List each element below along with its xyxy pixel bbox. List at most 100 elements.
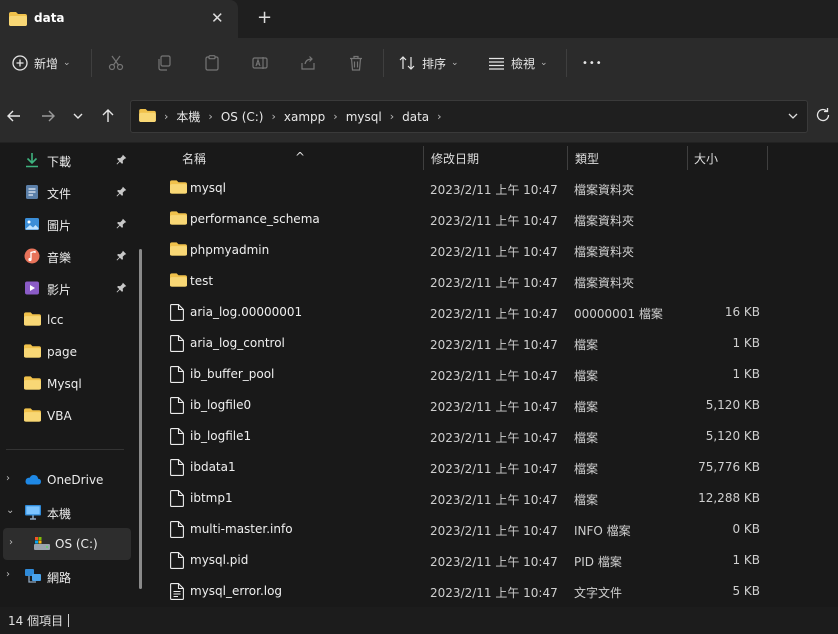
file-type: 檔案 [574, 431, 599, 445]
new-label: 新增 [34, 56, 59, 71]
chevron-right-icon[interactable]: › [6, 569, 10, 580]
tab-data[interactable]: data ✕ [0, 0, 238, 38]
file-row[interactable]: ib_logfile0 2023/2/11 上午 10:47 檔案 5,120 KB [150, 390, 838, 421]
file-icon [170, 459, 184, 479]
download-icon [24, 152, 40, 171]
sidebar-item-mysql[interactable]: Mysql [0, 368, 140, 400]
pin-icon[interactable] [116, 154, 127, 168]
sidebar-item-label: OneDrive [47, 473, 104, 487]
sidebar-item-[interactable]: 圖片 [0, 208, 140, 240]
copy-button[interactable] [156, 38, 172, 88]
arrow-up-icon [102, 109, 114, 122]
file-modified-date: 2023/2/11 上午 10:47 [430, 586, 558, 600]
column-header-row: ^ 名稱 修改日期 類型 大小 [150, 143, 838, 171]
file-modified-date: 2023/2/11 上午 10:47 [430, 307, 558, 321]
file-row[interactable]: multi-master.info 2023/2/11 上午 10:47 INFO … [150, 514, 838, 545]
cut-button[interactable] [108, 38, 124, 88]
column-resize-handle[interactable] [567, 146, 568, 170]
breadcrumb-item-xampp[interactable]: xampp [284, 110, 325, 124]
sidebar-item-os-c[interactable]: › OS (C:) [3, 528, 131, 560]
forward-button[interactable] [40, 108, 56, 127]
folder-row[interactable]: test 2023/2/11 上午 10:47 檔案資料夾 [150, 266, 838, 297]
folder-row[interactable]: performance_schema 2023/2/11 上午 10:47 檔案資料… [150, 204, 838, 235]
clipboard-icon [205, 55, 219, 71]
sidebar-item-label: OS (C:) [55, 537, 98, 551]
back-button[interactable] [6, 108, 22, 127]
new-tab-button[interactable]: + [257, 7, 272, 28]
column-header-name[interactable]: 名稱 [182, 150, 206, 167]
breadcrumb-item-this-pc[interactable]: 本機 [176, 108, 200, 125]
share-button[interactable] [300, 38, 316, 88]
column-header-date[interactable]: 修改日期 [431, 150, 479, 167]
breadcrumb-separator-icon[interactable]: › [208, 110, 212, 123]
sidebar-item-[interactable]: 影片 [0, 272, 140, 304]
file-modified-date: 2023/2/11 上午 10:47 [430, 245, 558, 259]
column-header-type[interactable]: 類型 [575, 150, 599, 167]
item-count: 14 個項目 [8, 614, 64, 628]
chevron-right-icon[interactable]: › [6, 473, 10, 484]
pin-icon[interactable] [116, 250, 127, 264]
pin-icon[interactable] [116, 218, 127, 232]
close-tab-icon[interactable]: ✕ [211, 9, 224, 27]
pin-icon[interactable] [116, 282, 127, 296]
folder-row[interactable]: mysql 2023/2/11 上午 10:47 檔案資料夾 [150, 173, 838, 204]
new-button[interactable]: 新增 ⌄ [12, 38, 71, 88]
breadcrumb-item-data[interactable]: data [402, 110, 429, 124]
breadcrumb-separator-icon[interactable]: › [272, 110, 276, 123]
more-options-button[interactable]: ••• [582, 38, 603, 88]
sidebar-item-[interactable]: › 網路 [0, 560, 140, 592]
file-name: mysql [190, 181, 226, 195]
breadcrumb-separator-icon[interactable]: › [437, 110, 441, 123]
text-file-icon [170, 583, 184, 603]
file-row[interactable]: ib_buffer_pool 2023/2/11 上午 10:47 檔案 1 KB [150, 359, 838, 390]
file-modified-date: 2023/2/11 上午 10:47 [430, 338, 558, 352]
sidebar-item-label: 圖片 [47, 219, 72, 233]
column-resize-handle[interactable] [423, 146, 424, 170]
breadcrumb-separator-icon[interactable]: › [333, 110, 337, 123]
address-bar[interactable]: › 本機 › OS (C:) › xampp › mysql › data › [130, 100, 808, 133]
chevron-right-icon[interactable]: › [9, 537, 13, 548]
file-modified-date: 2023/2/11 上午 10:47 [430, 400, 558, 414]
breadcrumb-separator-icon[interactable]: › [390, 110, 394, 123]
file-row[interactable]: mysql.pid 2023/2/11 上午 10:47 PID 檔案 1 KB [150, 545, 838, 576]
sidebar-item-[interactable]: 下載 [0, 144, 140, 176]
file-row[interactable]: ib_logfile1 2023/2/11 上午 10:47 檔案 5,120 KB [150, 421, 838, 452]
file-row[interactable]: mysql_error.log 2023/2/11 上午 10:47 文字文件 5 K… [150, 576, 838, 607]
sidebar-item-page[interactable]: page [0, 336, 140, 368]
rename-button[interactable] [252, 38, 268, 88]
refresh-button[interactable] [815, 107, 831, 126]
file-type: PID 檔案 [574, 555, 622, 569]
file-row[interactable]: aria_log.00000001 2023/2/11 上午 10:47 00000… [150, 297, 838, 328]
sidebar-item-[interactable]: ⌄ 本機 [0, 496, 140, 528]
sidebar-item-onedrive[interactable]: › OneDrive [0, 464, 140, 496]
sidebar-item-label: 下載 [47, 155, 72, 169]
sidebar-item-[interactable]: 文件 [0, 176, 140, 208]
file-row[interactable]: ibtmp1 2023/2/11 上午 10:47 檔案 12,288 KB [150, 483, 838, 514]
pin-icon[interactable] [116, 186, 127, 200]
cloud-icon [24, 472, 42, 489]
up-button[interactable] [100, 108, 116, 127]
sidebar-item-[interactable]: 音樂 [0, 240, 140, 272]
sidebar-item-lcc[interactable]: lcc [0, 304, 140, 336]
column-header-size[interactable]: 大小 [694, 150, 718, 167]
status-divider [68, 614, 69, 627]
folder-row[interactable]: phpmyadmin 2023/2/11 上午 10:47 檔案資料夾 [150, 235, 838, 266]
delete-button[interactable] [348, 38, 364, 88]
breadcrumb-item-os-c[interactable]: OS (C:) [221, 110, 264, 124]
column-resize-handle[interactable] [767, 146, 768, 170]
file-row[interactable]: ibdata1 2023/2/11 上午 10:47 檔案 75,776 KB [150, 452, 838, 483]
column-resize-handle[interactable] [687, 146, 688, 170]
pictures-icon [24, 216, 40, 235]
sort-button[interactable]: 排序 ⌄ [399, 38, 459, 88]
drive-icon [33, 536, 51, 555]
sidebar-item-vba[interactable]: VBA [0, 400, 140, 432]
file-row[interactable]: aria_log_control 2023/2/11 上午 10:47 檔案 1 KB [150, 328, 838, 359]
chevron-down-icon[interactable]: ⌄ [6, 505, 14, 516]
recent-locations-button[interactable] [72, 108, 84, 127]
breadcrumb-item-mysql[interactable]: mysql [346, 110, 382, 124]
address-history-chevron-icon[interactable] [787, 110, 799, 125]
paste-button[interactable] [204, 38, 220, 88]
refresh-icon [816, 108, 830, 122]
view-button[interactable]: 檢視 ⌄ [488, 38, 548, 88]
chevron-down-icon [73, 113, 83, 119]
